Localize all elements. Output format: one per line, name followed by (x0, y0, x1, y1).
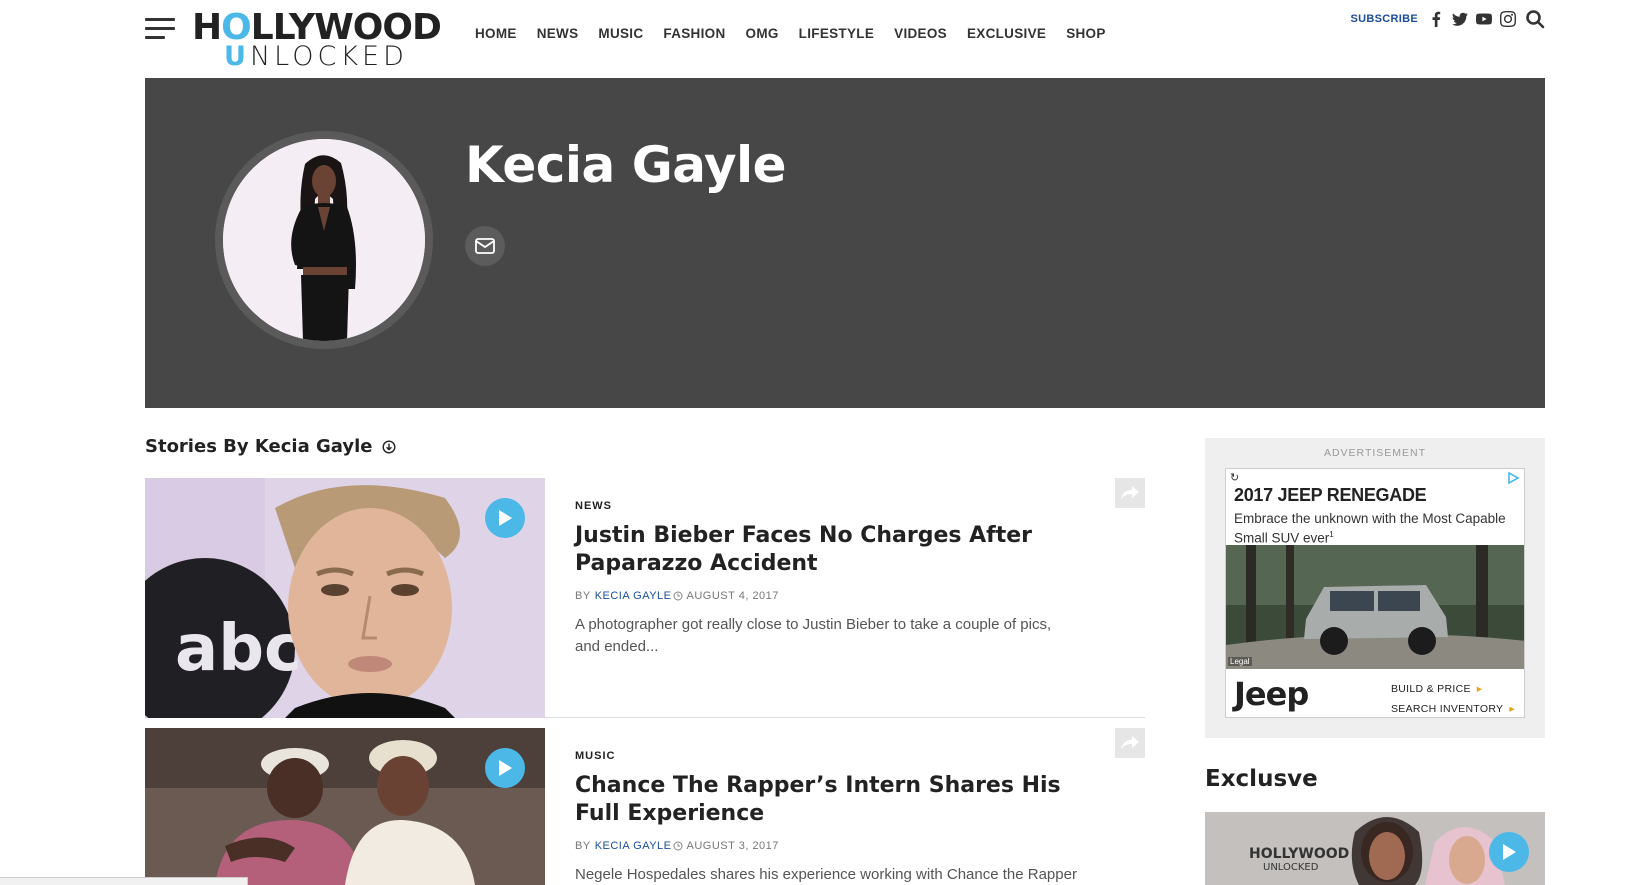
svg-text:HOLLYWOOD: HOLLYWOOD (1249, 846, 1349, 862)
youtube-icon[interactable] (1476, 11, 1492, 27)
play-icon (499, 510, 512, 526)
story-excerpt: Negele Hospedales shares his experience … (575, 866, 1077, 883)
stories-heading: Stories By Kecia Gayle (145, 436, 396, 457)
menu-icon[interactable] (145, 18, 175, 40)
story-date: AUGUST 3, 2017 (686, 840, 779, 852)
site-header: HOLLYWOOD UNLOCKED HOME NEWS MUSIC FASHI… (0, 0, 1642, 78)
svg-text:UNLOCKED: UNLOCKED (1263, 862, 1319, 873)
main-nav: HOME NEWS MUSIC FASHION OMG LIFESTYLE VI… (475, 26, 1126, 41)
email-button[interactable] (465, 226, 505, 266)
ad-image[interactable] (1226, 545, 1524, 669)
exclusive-thumbnail[interactable]: HOLLYWOOD UNLOCKED (1205, 812, 1545, 885)
story-card[interactable]: abc NEWS Justin Bieber Faces No Charges … (145, 478, 1145, 718)
adchoices-icon[interactable] (1506, 471, 1520, 490)
ad-build-price-link[interactable]: BUILD & PRICE ▸ (1391, 679, 1515, 699)
nav-videos[interactable]: VIDEOS (894, 26, 947, 41)
share-button[interactable] (1115, 728, 1145, 758)
nav-omg[interactable]: OMG (746, 26, 779, 41)
arrow-circle-icon[interactable] (382, 439, 396, 454)
jeep-ad[interactable]: ↻ 2017 JEEP RENEGADE Embrace the unknown… (1225, 468, 1525, 718)
share-button[interactable] (1115, 478, 1145, 508)
play-button[interactable] (485, 748, 525, 788)
share-icon (1121, 736, 1139, 750)
author-avatar (223, 139, 425, 341)
play-button[interactable] (1489, 832, 1529, 872)
clock-icon (673, 591, 683, 601)
story-title[interactable]: Chance The Rapper’s Intern Shares His Fu… (575, 772, 1095, 828)
story-thumbnail[interactable]: abc (145, 478, 545, 718)
story-thumbnail[interactable] (145, 728, 545, 885)
twitter-icon[interactable] (1452, 11, 1468, 27)
author-name: Kecia Gayle (465, 136, 787, 194)
story-card[interactable]: MUSIC Chance The Rapper’s Intern Shares … (145, 728, 1145, 885)
nav-music[interactable]: MUSIC (598, 26, 643, 41)
story-byline: BY KECIA GAYLE AUGUST 4, 2017 (575, 590, 779, 602)
story-author-link[interactable]: KECIA GAYLE (595, 590, 672, 602)
nav-news[interactable]: NEWS (537, 26, 579, 41)
nav-shop[interactable]: SHOP (1066, 26, 1105, 41)
nav-exclusive[interactable]: EXCLUSIVE (967, 26, 1046, 41)
story-author-link[interactable]: KECIA GAYLE (595, 840, 672, 852)
share-icon (1121, 486, 1139, 500)
facebook-icon[interactable] (1428, 11, 1444, 27)
refresh-icon[interactable]: ↻ (1230, 471, 1239, 484)
clock-icon (673, 841, 683, 851)
author-banner: Kecia Gayle (145, 78, 1545, 408)
story-category[interactable]: MUSIC (575, 750, 1095, 762)
ad-label: ADVERTISEMENT (1323, 447, 1427, 459)
nav-lifestyle[interactable]: LIFESTYLE (799, 26, 874, 41)
header-utilities: SUBSCRIBE (1351, 8, 1547, 30)
story-title[interactable]: Justin Bieber Faces No Charges After Pap… (575, 522, 1095, 578)
svg-text:abc: abc (175, 612, 302, 686)
play-icon (499, 760, 512, 776)
ad-subtitle: Embrace the unknown with the Most Capabl… (1234, 511, 1506, 546)
nav-home[interactable]: HOME (475, 26, 517, 41)
advertisement-box: ADVERTISEMENT ↻ 2017 JEEP RENEGADE Embra… (1205, 438, 1545, 738)
browser-status-bar (0, 877, 248, 885)
ad-legal[interactable]: Legal (1228, 657, 1252, 666)
instagram-icon[interactable] (1500, 11, 1516, 27)
ad-brand-logo: Jeep (1234, 675, 1309, 713)
nav-fashion[interactable]: FASHION (663, 26, 725, 41)
mail-icon (475, 238, 495, 254)
ad-search-inventory-link[interactable]: SEARCH INVENTORY ▸ (1391, 699, 1515, 717)
play-button[interactable] (485, 498, 525, 538)
site-logo[interactable]: HOLLYWOOD UNLOCKED (192, 8, 448, 72)
exclusive-heading: Exclusve (1205, 766, 1318, 792)
story-excerpt: A photographer got really close to Justi… (575, 616, 1052, 655)
story-category[interactable]: NEWS (575, 500, 1095, 512)
story-date: AUGUST 4, 2017 (686, 590, 779, 602)
ad-title: 2017 JEEP RENEGADE (1234, 485, 1427, 505)
story-byline: BY KECIA GAYLE AUGUST 3, 2017 (575, 840, 779, 852)
subscribe-link[interactable]: SUBSCRIBE (1351, 13, 1419, 25)
play-icon (1503, 844, 1516, 860)
search-icon[interactable] (1524, 8, 1546, 30)
